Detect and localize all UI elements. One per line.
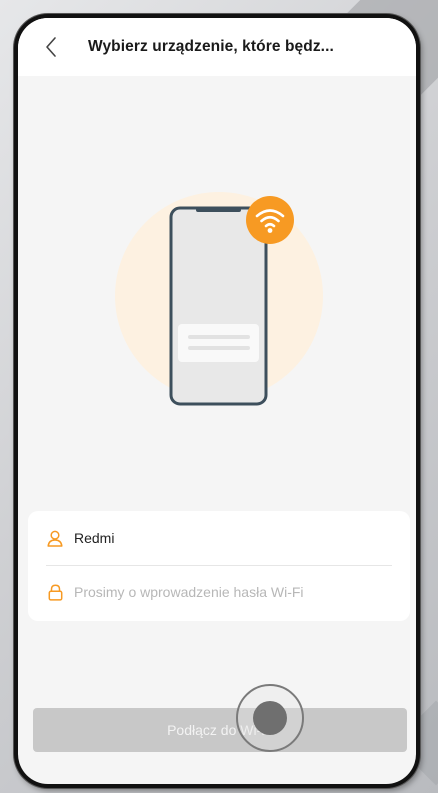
password-field[interactable] [74, 578, 394, 606]
lock-icon [46, 583, 64, 601]
illustration-card-line [188, 346, 250, 350]
ssid-row [28, 512, 410, 564]
device-frame: Wybierz urządzenie, które będz... Redmi … [14, 14, 420, 788]
illustration-phone [169, 206, 268, 406]
ssid-field[interactable] [74, 524, 394, 552]
wifi-form [28, 511, 410, 621]
chevron-left-icon [46, 37, 56, 57]
touch-dot [253, 701, 287, 735]
password-row [28, 566, 410, 618]
page-title: Wybierz urządzenie, które będz... [88, 38, 334, 55]
phone-wifi-illustration [115, 192, 323, 406]
app-screen: Wybierz urządzenie, które będz... Redmi … [18, 18, 416, 784]
user-icon [46, 529, 64, 547]
touch-indicator [236, 684, 304, 752]
back-button[interactable] [38, 34, 64, 60]
illustration-card [178, 324, 259, 362]
wifi-badge [246, 196, 294, 244]
illustration-notch [196, 208, 241, 212]
illustration-card-line [188, 335, 250, 339]
top-bar: Wybierz urządzenie, które będz... [18, 18, 416, 76]
connect-wifi-button[interactable]: Podłącz do Wi-Fi [33, 708, 407, 752]
wifi-icon-dot [267, 228, 273, 233]
